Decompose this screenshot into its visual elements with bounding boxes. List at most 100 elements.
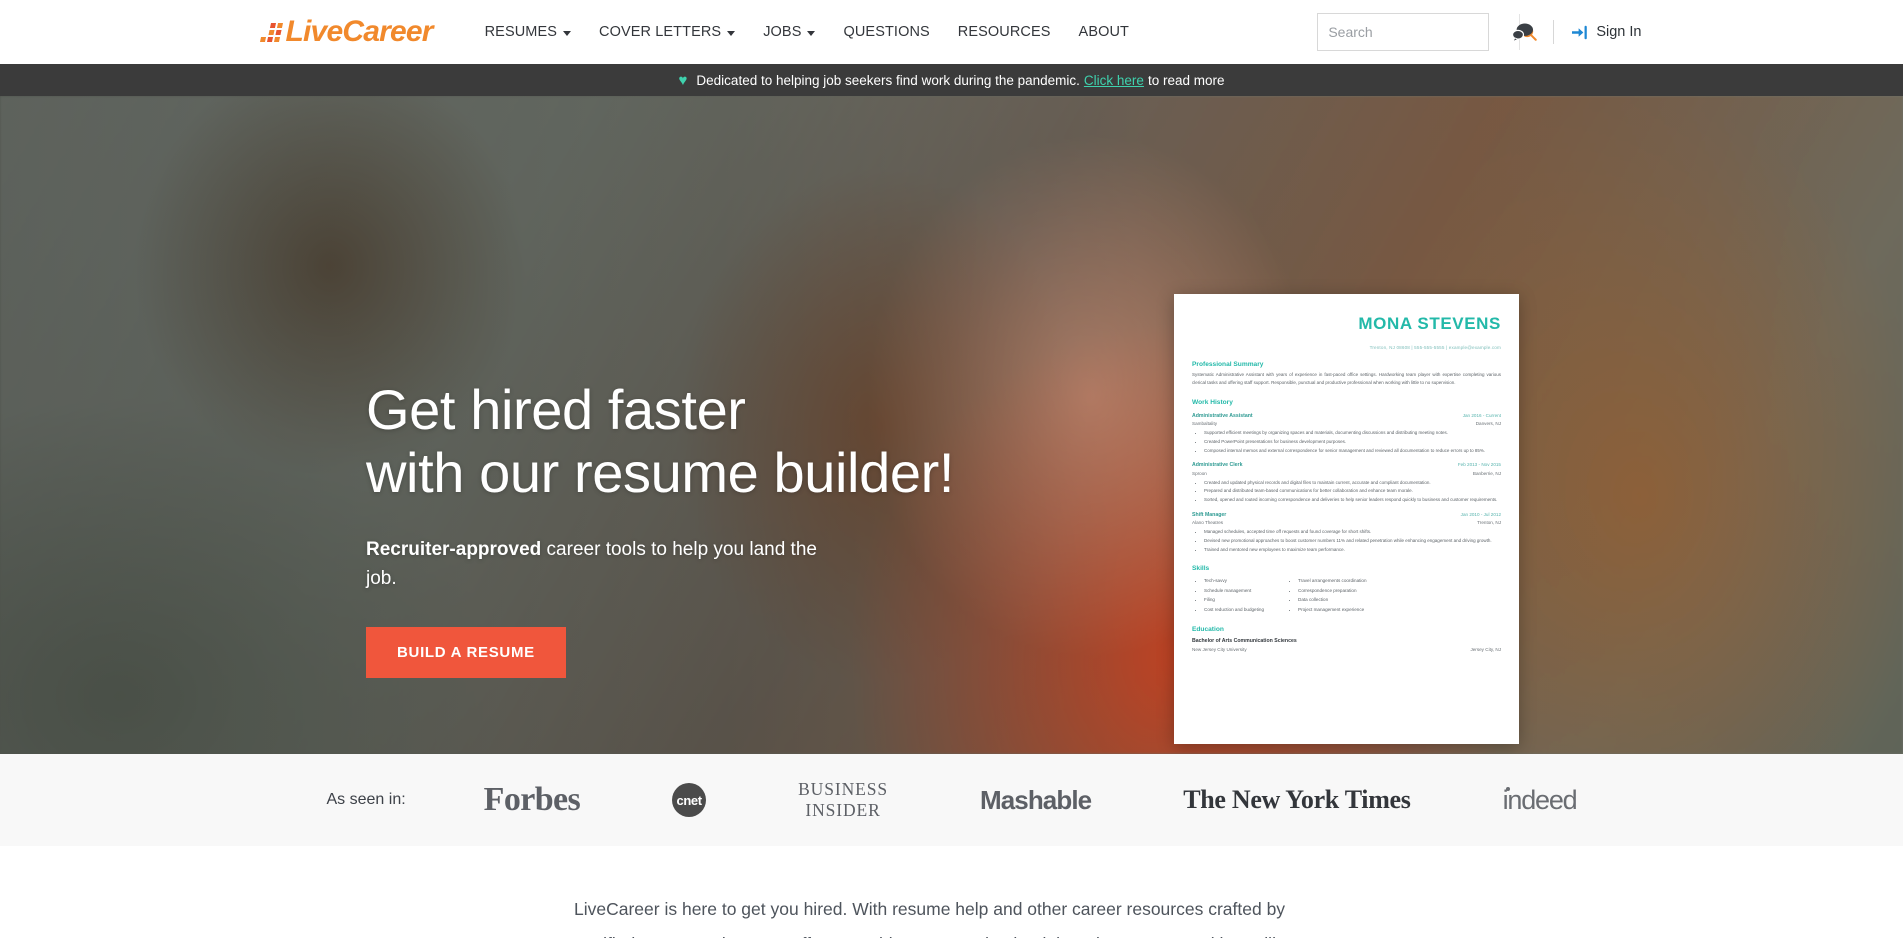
header-divider (1553, 20, 1555, 44)
resume-summary-heading: Professional Summary (1192, 361, 1264, 368)
build-a-resume-button[interactable]: BUILD A RESUME (366, 627, 566, 679)
nav-item-resumes[interactable]: RESUMES (471, 16, 585, 48)
cnet-logo[interactable]: cnet (672, 783, 707, 817)
logo-text: LiveCareer (285, 15, 434, 48)
hero-section: Get hired faster with our resume builder… (0, 96, 1903, 754)
forbes-logo[interactable]: Forbes (484, 781, 581, 819)
job-bullet: Created and updated physical records and… (1204, 479, 1501, 487)
skill-item: Cost reduction and budgeting (1204, 605, 1264, 615)
main-nav: RESUMES COVER LETTERS JOBS QUESTIONS RES… (471, 16, 1143, 48)
nav-item-jobs[interactable]: JOBS (749, 16, 829, 48)
chevron-down-icon (807, 30, 816, 36)
indeed-logo[interactable]: indeed (1502, 784, 1578, 816)
nav-item-cover-letters[interactable]: COVER LETTERS (585, 16, 749, 48)
job-bullet: Managed schedules, accepted time off req… (1204, 528, 1501, 536)
intro-paragraph: LiveCareer is here to get you hired. Wit… (574, 899, 1312, 938)
job-bullet: Devised new promotional approaches to bo… (1204, 537, 1501, 545)
mashable-logo[interactable]: Mashable (980, 785, 1092, 816)
job-date: Jan 2016 - Current (1462, 412, 1501, 418)
hero-subtitle-bold: Recruiter-approved (366, 538, 542, 560)
skill-item: Tech-savvy (1204, 576, 1264, 586)
job-title: Administrative Clerk (1192, 462, 1243, 469)
job-bullet: Trained and mentored new employees to ma… (1204, 546, 1501, 554)
job-company: Sproon (1192, 470, 1207, 476)
resume-name: MONA STEVENS (1358, 314, 1501, 333)
sign-in-arrow-icon (1572, 25, 1588, 39)
job-company: Sambaltality (1192, 421, 1218, 427)
nav-item-questions[interactable]: QUESTIONS (829, 16, 943, 48)
logo-dots-icon (259, 22, 283, 42)
heart-icon: ♥ (678, 71, 688, 89)
resume-job-entry: Administrative Assistant Jan 2016 - Curr… (1192, 413, 1501, 455)
header-actions: Sign In (1317, 13, 1642, 51)
banner-text-after: to read more (1147, 72, 1225, 88)
skill-item: Project management experience (1298, 605, 1367, 615)
livecareer-logo[interactable]: LiveCareer (259, 15, 434, 48)
page-title: Get hired faster with our resume builder… (366, 378, 1026, 505)
job-bullet: Composed internal memos and external cor… (1204, 447, 1501, 455)
skill-item: Filing (1204, 595, 1264, 605)
skills-column-left: Tech-savvy Schedule management Filing Co… (1204, 576, 1264, 615)
resume-skills-heading: Skills (1192, 564, 1210, 572)
sign-in-button[interactable]: Sign In (1572, 24, 1642, 40)
sign-in-label: Sign In (1596, 24, 1642, 40)
skills-column-right: Travel arrangements coordination Corresp… (1298, 576, 1367, 615)
education-school: New Jersey City University (1192, 646, 1247, 652)
skill-item: Travel arrangements coordination (1298, 576, 1367, 586)
resume-contact: Trenton, NJ 08608 | 555-555-5555 | examp… (1369, 345, 1501, 350)
resume-education-heading: Education (1192, 625, 1224, 633)
resume-job-entry: Shift Manager Jan 2010 - Jul 2012 Alano … (1192, 512, 1501, 554)
as-seen-in-label: As seen in: (326, 791, 406, 808)
job-bullet: Created PowerPoint presentations for bus… (1204, 438, 1501, 446)
site-header: LiveCareer RESUMES COVER LETTERS JOBS QU… (0, 0, 1903, 64)
resume-job-entry: Administrative Clerk Feb 2013 - Nov 2015… (1192, 462, 1501, 504)
job-date: Feb 2013 - Nov 2015 (1457, 462, 1501, 468)
nav-label: COVER LETTERS (599, 24, 722, 40)
resume-summary-text: Systematic Administrative Assistant with… (1192, 372, 1501, 386)
headline-line-2: with our resume builder! (366, 441, 954, 505)
education-location: Jersey City, NJ (1470, 646, 1501, 652)
resume-work-heading: Work History (1192, 398, 1233, 406)
nav-label: QUESTIONS (843, 24, 930, 40)
job-date: Jan 2010 - Jul 2012 (1460, 511, 1501, 517)
job-location: Trenton, NJ (1477, 520, 1501, 525)
chevron-down-icon (563, 30, 572, 36)
job-location: Danvers, NJ (1475, 421, 1501, 427)
bi-line-1: BUSINESS (798, 779, 888, 800)
banner-text: Dedicated to helping job seekers find wo… (696, 72, 1080, 88)
headline-line-1: Get hired faster (366, 378, 746, 441)
education-degree: Bachelor of Arts Communication Sciences (1192, 637, 1297, 644)
chevron-down-icon (727, 30, 736, 36)
resume-preview-card[interactable]: MONA STEVENS Trenton, NJ 08608 | 555-555… (1174, 294, 1519, 744)
intro-copy-section: LiveCareer is here to get you hired. Wit… (0, 846, 1903, 938)
nav-label: RESUMES (484, 24, 558, 40)
indeed-label: indeed (1502, 784, 1578, 815)
resume-skills: Tech-savvy Schedule management Filing Co… (1192, 576, 1501, 615)
nav-item-resources[interactable]: RESOURCES (944, 16, 1065, 48)
skill-item: Schedule management (1204, 586, 1264, 596)
nav-label: RESOURCES (957, 24, 1051, 40)
skill-item: Correspondence preparation (1298, 586, 1367, 596)
job-title: Shift Manager (1192, 511, 1227, 518)
hero-copy: Get hired faster with our resume builder… (366, 378, 1026, 679)
job-location: Banberrie, NJ (1472, 470, 1501, 476)
nav-label: JOBS (763, 24, 802, 40)
search-input[interactable] (1318, 14, 1520, 50)
chat-button[interactable] (1511, 22, 1535, 42)
banner-click-here-link[interactable]: Click here (1084, 73, 1144, 88)
nav-label: ABOUT (1078, 24, 1129, 40)
nav-item-about[interactable]: ABOUT (1065, 16, 1143, 48)
hero-subtitle: Recruiter-approved career tools to help … (366, 535, 826, 594)
job-company: Alano Theatres (1192, 520, 1224, 525)
indeed-dot-icon (1505, 786, 1510, 791)
bi-line-2: INSIDER (805, 800, 881, 820)
job-bullet: Sorted, opened and routed incoming corre… (1204, 496, 1501, 504)
chat-bubbles-icon (1512, 23, 1534, 42)
search-box (1317, 13, 1538, 51)
business-insider-logo[interactable]: BUSINESS INSIDER (798, 779, 888, 820)
job-bullet: Supported efficient meetings by organizi… (1204, 429, 1501, 437)
new-york-times-logo[interactable]: The New York Times (1183, 785, 1411, 815)
as-seen-in-section: As seen in: Forbes cnet BUSINESS INSIDER… (0, 754, 1903, 846)
skill-item: Data collection (1298, 595, 1367, 605)
press-logos: Forbes cnet BUSINESS INSIDER Mashable Th… (484, 779, 1578, 820)
